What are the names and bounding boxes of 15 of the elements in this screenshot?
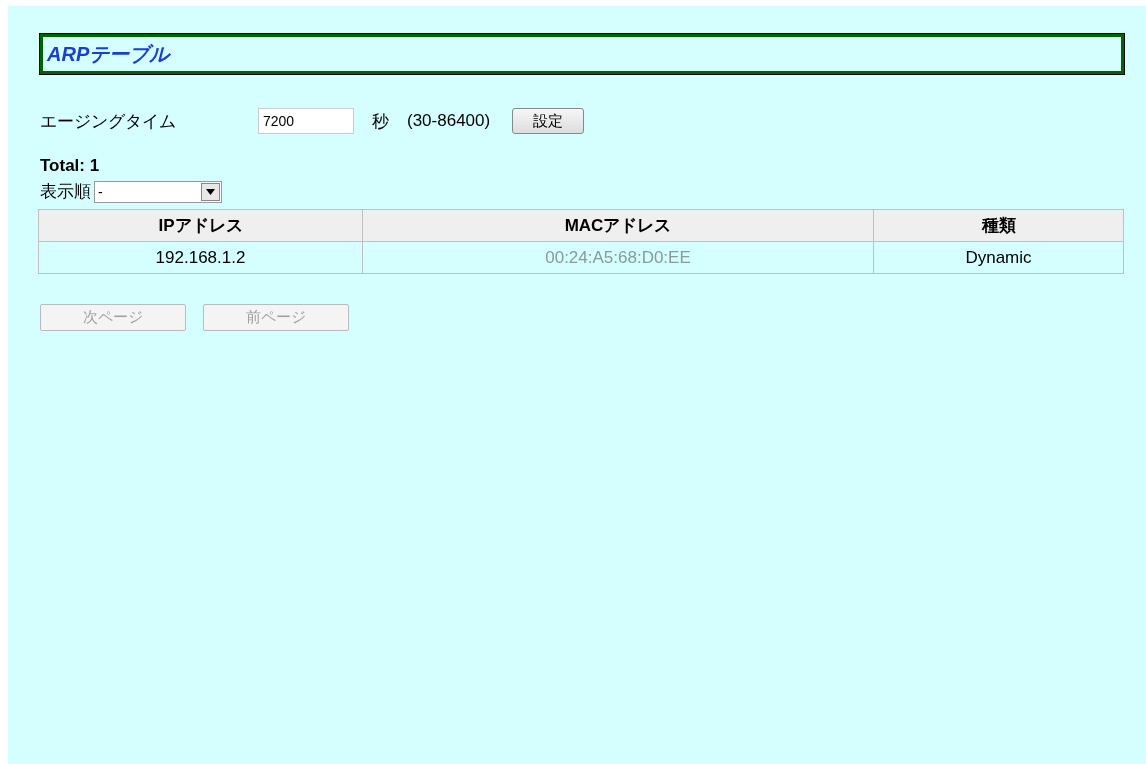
aging-time-label: エージングタイム — [40, 110, 177, 133]
total-count: Total: 1 — [40, 156, 101, 176]
aging-time-field[interactable]: 7200 — [258, 108, 354, 134]
column-header: 種類 — [873, 209, 1124, 242]
page-title: ARPテーブル — [47, 41, 170, 67]
set-button[interactable]: 設定 — [512, 108, 585, 134]
column-header: IPアドレス — [38, 209, 363, 242]
sort-order-label: 表示順 — [40, 181, 91, 203]
table-cell: 00:24:A5:68:D0:EE — [362, 241, 874, 274]
range-label: (30-86400) — [407, 111, 491, 131]
unit-label: 秒 — [372, 110, 389, 133]
table-cell: 192.168.1.2 — [38, 241, 363, 274]
table-cell: Dynamic — [873, 241, 1124, 274]
sort-order-dropdown[interactable]: - — [94, 180, 222, 203]
column-header: MACアドレス — [362, 209, 874, 242]
